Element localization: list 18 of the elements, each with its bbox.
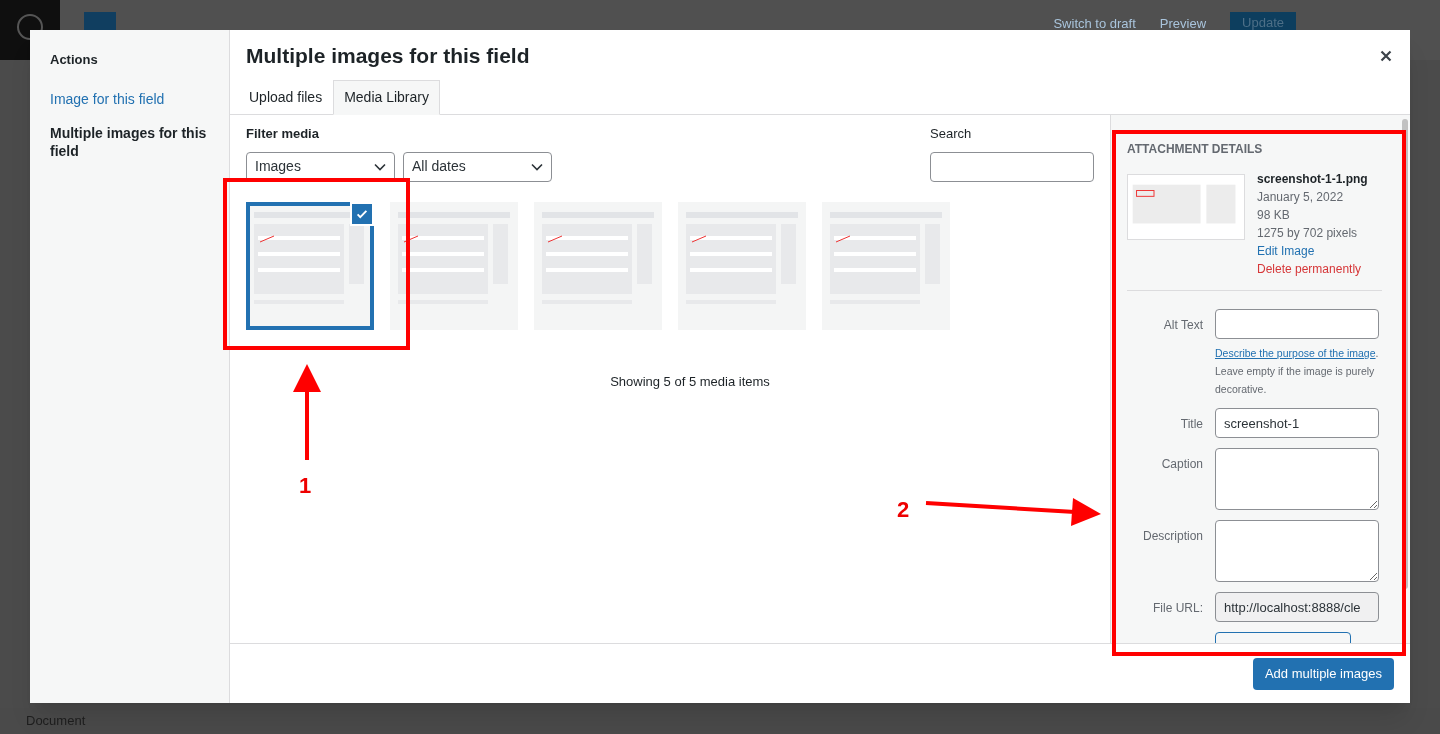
field-label: Title	[1179, 416, 1203, 433]
annotation-number: 2	[897, 496, 910, 524]
sidebar-heading: Actions	[50, 51, 99, 69]
file-name: screenshot-1-1.png	[1257, 171, 1368, 188]
help-text: Describe the purpose of the image. Leave empty if the image is purely decorative.	[1215, 346, 1380, 397]
image-dimensions: 1275 by 702 pixels	[1257, 225, 1359, 242]
upload-date: January 5, 2022	[1257, 189, 1345, 206]
modal-title: Multiple images for this field	[246, 43, 530, 70]
search-label: Search	[930, 125, 973, 143]
field-label: Alt Text	[1162, 317, 1203, 334]
media-count-text: Showing 5 of 5 media items	[609, 372, 771, 391]
file-size: 98 KB	[1257, 207, 1291, 224]
field-label: Description	[1141, 528, 1203, 545]
annotation-number: 1	[299, 472, 312, 500]
field-label: File URL:	[1152, 600, 1203, 617]
details-heading: ATTACHMENT DETAILS	[1127, 141, 1264, 158]
filter-label: Filter media	[246, 125, 320, 143]
field-label: Caption	[1160, 456, 1203, 473]
